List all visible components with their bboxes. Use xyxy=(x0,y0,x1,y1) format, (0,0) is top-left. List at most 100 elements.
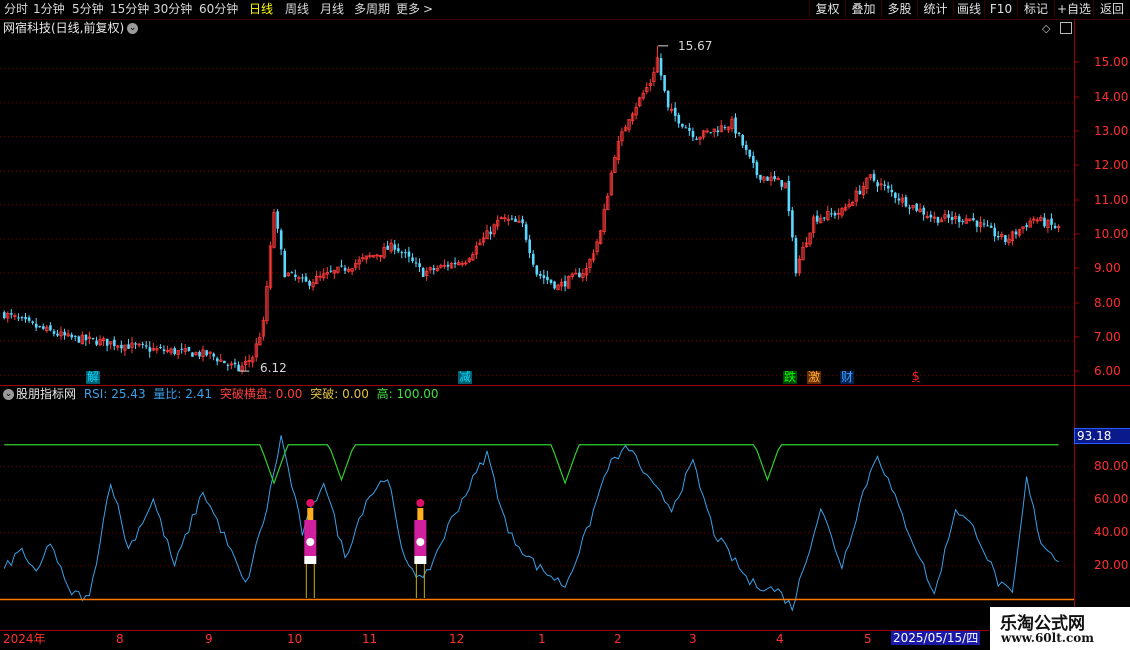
candle-body xyxy=(27,317,31,321)
event-marker-reduce[interactable]: 减 xyxy=(458,371,473,384)
candle-body xyxy=(343,267,347,271)
candle-body xyxy=(446,264,450,267)
candle-body xyxy=(741,134,744,146)
candle-body xyxy=(276,211,279,229)
candle-body xyxy=(886,185,890,189)
candle-body xyxy=(780,180,784,187)
candle-body xyxy=(539,274,542,276)
candle-body xyxy=(407,251,411,257)
candle-body xyxy=(162,349,166,352)
breakout-label: 突破: xyxy=(310,387,339,401)
candle-body xyxy=(120,344,123,349)
chevron-down-icon[interactable]: ⌄ xyxy=(3,389,14,400)
indicator-header: ⌄ 股朋指标网 RSI: 25.43 量比: 2.41 突破横盘: 0.00 突破… xyxy=(3,387,439,401)
candle-body xyxy=(908,207,911,209)
chart-canvas xyxy=(0,20,1130,631)
candle-body xyxy=(279,230,283,250)
candle-body xyxy=(283,250,287,278)
date-label: 1 xyxy=(538,632,546,646)
event-marker-finance[interactable]: 财 xyxy=(840,371,855,384)
candle-body xyxy=(929,214,933,218)
candle-body xyxy=(766,176,769,181)
candle-body xyxy=(145,345,148,347)
candle-body xyxy=(134,343,137,345)
candle-body xyxy=(393,244,397,250)
event-marker-fall[interactable]: 跌 xyxy=(783,371,798,384)
date-label: 8 xyxy=(116,632,124,646)
candle-body xyxy=(549,279,553,283)
candle-body xyxy=(400,252,404,254)
watermark-url: www.60lt.com xyxy=(1001,631,1094,645)
candle-body xyxy=(237,364,240,372)
candle-body xyxy=(432,268,436,270)
event-marker-unlock[interactable]: 解 xyxy=(86,371,101,384)
candle-body xyxy=(535,265,539,275)
rsi-label: RSI: xyxy=(83,387,108,401)
candle-body xyxy=(411,257,414,262)
candle-body xyxy=(823,217,826,219)
candle-body xyxy=(574,272,578,275)
candle-body xyxy=(205,350,208,356)
candle-body xyxy=(986,225,989,227)
candle-body xyxy=(709,132,713,134)
candle-body xyxy=(304,276,308,282)
candle-body xyxy=(752,155,755,164)
indicator-tick: 40.00 xyxy=(1094,525,1129,539)
candle-body xyxy=(52,331,56,334)
candle-body xyxy=(737,132,741,135)
candle-body xyxy=(84,334,88,341)
candle-body xyxy=(212,353,216,357)
candle-body xyxy=(308,281,311,286)
candle-body xyxy=(233,362,237,365)
candle-body xyxy=(872,173,876,181)
candle-body xyxy=(20,316,24,318)
candle-body xyxy=(528,239,531,254)
candle-body xyxy=(546,276,549,281)
candle-body xyxy=(1004,235,1007,242)
threshold-line xyxy=(4,444,1059,485)
candle-body xyxy=(56,333,59,336)
candle-body xyxy=(63,331,66,336)
high-price-label: 15.67 xyxy=(678,39,713,53)
candle-body xyxy=(684,127,688,129)
candle-body xyxy=(180,348,184,350)
candle-body xyxy=(716,130,720,133)
signal-figure-icon xyxy=(417,508,424,520)
candle-body xyxy=(858,190,862,195)
candle-body xyxy=(38,326,42,328)
price-tick: 7.00 xyxy=(1094,330,1121,344)
current-value-badge: 93.18 xyxy=(1074,428,1130,444)
candle-body xyxy=(404,252,407,254)
candle-body xyxy=(794,238,798,274)
indicator-tick: 80.00 xyxy=(1094,459,1129,473)
candle-body xyxy=(453,262,457,265)
candle-body xyxy=(421,268,425,277)
candle-body xyxy=(748,149,752,157)
candle-body xyxy=(531,253,535,265)
candle-body xyxy=(173,348,176,355)
candle-body xyxy=(1053,225,1057,228)
candle-body xyxy=(553,281,556,289)
event-marker-incentive[interactable]: 激 xyxy=(807,371,822,384)
candle-body xyxy=(301,277,304,279)
breakout-sideways-label: 突破横盘: xyxy=(219,387,272,401)
signal-base xyxy=(414,556,427,564)
money-bag-icon xyxy=(416,538,425,546)
price-tick: 14.00 xyxy=(1094,90,1129,104)
candle-body xyxy=(723,127,727,129)
candle-body xyxy=(993,227,997,237)
high-line-label: 高: xyxy=(376,387,393,401)
volume-ratio-label: 量比: xyxy=(153,387,182,401)
indicator-tick: 20.00 xyxy=(1094,558,1129,572)
date-label: 2 xyxy=(614,632,622,646)
candle-body xyxy=(290,272,294,274)
candle-body xyxy=(226,364,230,366)
price-tick: 13.00 xyxy=(1094,124,1129,138)
event-marker-dividend[interactable]: $ xyxy=(912,370,920,383)
candle-body xyxy=(521,219,524,224)
candle-body xyxy=(1043,217,1046,227)
candle-body xyxy=(695,138,698,140)
candle-body xyxy=(663,75,666,91)
signal-base xyxy=(304,556,317,564)
candle-body xyxy=(876,182,879,187)
